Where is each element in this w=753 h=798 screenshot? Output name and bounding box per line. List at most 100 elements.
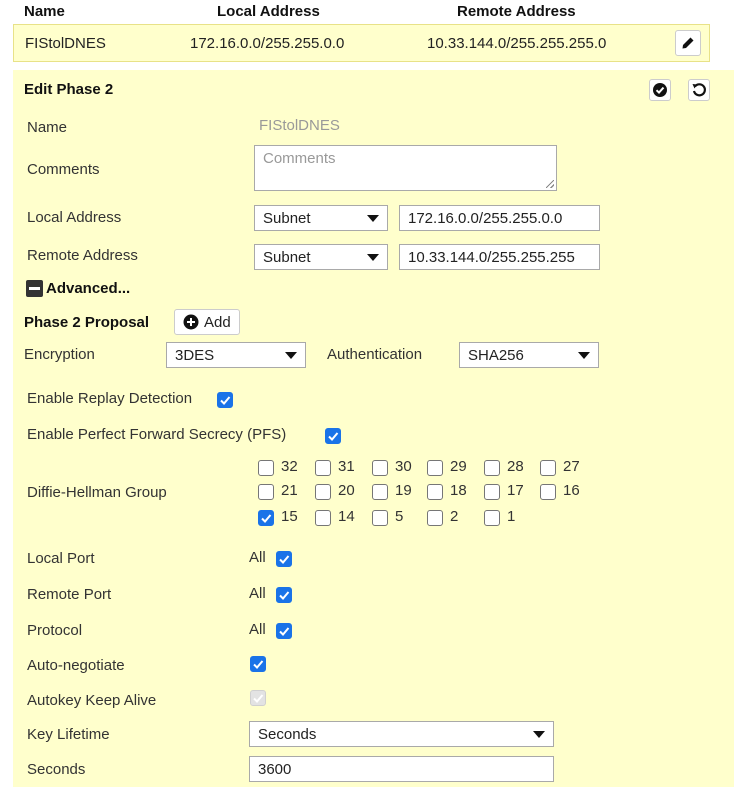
save-button[interactable] bbox=[649, 79, 671, 101]
seconds-label: Seconds bbox=[27, 761, 86, 778]
dh-group-checkbox[interactable] bbox=[372, 510, 388, 526]
encryption-select[interactable]: 3DES bbox=[166, 342, 306, 368]
dh-group-label-value: 5 bbox=[395, 508, 404, 525]
local-address-value: 172.16.0.0/255.255.0.0 bbox=[408, 209, 563, 227]
remote-address-input[interactable]: 10.33.144.0/255.255.255 bbox=[399, 244, 600, 270]
check-icon bbox=[261, 514, 272, 523]
pfs-label: Enable Perfect Forward Secrecy (PFS) bbox=[27, 426, 287, 443]
comments-field[interactable]: Comments bbox=[254, 145, 557, 191]
revert-button[interactable] bbox=[688, 79, 710, 101]
edit-button[interactable] bbox=[675, 30, 701, 56]
local-address-label: Local Address bbox=[27, 209, 122, 226]
check-icon bbox=[253, 694, 264, 703]
dh-group-checkbox[interactable] bbox=[315, 484, 331, 500]
dh-group-label-value: 21 bbox=[281, 482, 298, 499]
dh-group-label: Diffie-Hellman Group bbox=[27, 484, 167, 501]
auto-negotiate-checkbox[interactable] bbox=[250, 656, 266, 672]
add-proposal-button[interactable]: Add bbox=[174, 309, 240, 335]
row-remote-address: 10.33.144.0/255.255.255.0 bbox=[427, 35, 607, 52]
auto-negotiate-label: Auto-negotiate bbox=[27, 657, 125, 674]
dh-group-label-value: 32 bbox=[281, 458, 298, 475]
check-icon bbox=[279, 627, 290, 636]
chevron-down-icon bbox=[367, 254, 379, 261]
check-icon bbox=[279, 555, 290, 564]
key-lifetime-value: Seconds bbox=[258, 725, 317, 743]
dh-group-label-value: 16 bbox=[563, 482, 580, 499]
protocol-all-label: All bbox=[249, 621, 266, 638]
local-address-type-value: Subnet bbox=[263, 209, 311, 227]
name-label: Name bbox=[27, 119, 68, 136]
dh-group-label-value: 15 bbox=[281, 508, 298, 525]
comments-placeholder: Comments bbox=[263, 150, 336, 167]
edit-phase2-panel: Edit Phase 2 Name FIStolDNES Comments Co… bbox=[13, 70, 734, 787]
dh-group-checkbox[interactable] bbox=[540, 484, 556, 500]
autokey-keep-alive-checkbox bbox=[250, 690, 266, 706]
chevron-down-icon bbox=[533, 731, 545, 738]
dh-group-label-value: 20 bbox=[338, 482, 355, 499]
dh-group-checkbox[interactable] bbox=[258, 484, 274, 500]
resize-handle-icon[interactable] bbox=[546, 180, 554, 188]
remote-port-label: Remote Port bbox=[27, 586, 112, 603]
collapse-icon[interactable] bbox=[26, 280, 43, 297]
local-address-input[interactable]: 172.16.0.0/255.255.0.0 bbox=[399, 205, 600, 231]
dh-group-checkbox[interactable] bbox=[427, 510, 443, 526]
dh-group-label-value: 30 bbox=[395, 458, 412, 475]
pfs-checkbox[interactable] bbox=[325, 428, 341, 444]
dh-group-checkbox[interactable] bbox=[484, 484, 500, 500]
dh-group-label-value: 31 bbox=[338, 458, 355, 475]
dh-group-checkbox[interactable] bbox=[540, 460, 556, 476]
dh-group-label-value: 17 bbox=[507, 482, 524, 499]
undo-icon bbox=[692, 83, 706, 97]
dh-group-checkbox[interactable] bbox=[258, 510, 274, 526]
check-icon bbox=[328, 432, 339, 441]
key-lifetime-select[interactable]: Seconds bbox=[249, 721, 554, 747]
remote-port-all-label: All bbox=[249, 585, 266, 602]
plus-circle-icon bbox=[183, 314, 199, 330]
pencil-icon bbox=[682, 37, 694, 49]
encryption-value: 3DES bbox=[175, 346, 215, 364]
dh-group-checkbox[interactable] bbox=[372, 484, 388, 500]
encryption-label: Encryption bbox=[24, 346, 95, 363]
dh-group-label-value: 28 bbox=[507, 458, 524, 475]
chevron-down-icon bbox=[367, 215, 379, 222]
row-name: FIStolDNES bbox=[25, 35, 106, 52]
remote-address-type-select[interactable]: Subnet bbox=[254, 244, 388, 270]
dh-group-checkbox[interactable] bbox=[484, 460, 500, 476]
protocol-all-checkbox[interactable] bbox=[276, 623, 292, 639]
dh-group-checkbox[interactable] bbox=[315, 460, 331, 476]
dh-group-checkbox[interactable] bbox=[427, 484, 443, 500]
remote-address-label: Remote Address bbox=[27, 247, 138, 264]
dh-group-checkbox[interactable] bbox=[484, 510, 500, 526]
dh-group-label-value: 27 bbox=[563, 458, 580, 475]
seconds-input[interactable]: 3600 bbox=[249, 756, 554, 782]
add-label: Add bbox=[204, 313, 231, 331]
row-local-address: 172.16.0.0/255.255.0.0 bbox=[190, 35, 345, 52]
dh-group-label-value: 19 bbox=[395, 482, 412, 499]
key-lifetime-label: Key Lifetime bbox=[27, 726, 110, 743]
dh-group-checkbox[interactable] bbox=[427, 460, 443, 476]
seconds-value: 3600 bbox=[258, 760, 292, 778]
remote-port-all-checkbox[interactable] bbox=[276, 587, 292, 603]
dh-group-label-value: 1 bbox=[507, 508, 516, 525]
protocol-label: Protocol bbox=[27, 622, 83, 639]
advanced-toggle[interactable]: Advanced... bbox=[46, 280, 130, 297]
dh-group-label-value: 2 bbox=[450, 508, 459, 525]
authentication-select[interactable]: SHA256 bbox=[459, 342, 599, 368]
chevron-down-icon bbox=[285, 352, 297, 359]
authentication-value: SHA256 bbox=[468, 346, 524, 364]
dh-group-checkbox[interactable] bbox=[258, 460, 274, 476]
chevron-down-icon bbox=[578, 352, 590, 359]
local-port-all-checkbox[interactable] bbox=[276, 551, 292, 567]
dh-group-checkbox[interactable] bbox=[372, 460, 388, 476]
check-icon bbox=[220, 396, 231, 405]
col-header-name: Name bbox=[24, 3, 65, 20]
table-row[interactable]: FIStolDNES 172.16.0.0/255.255.0.0 10.33.… bbox=[13, 24, 710, 62]
name-value: FIStolDNES bbox=[259, 117, 340, 134]
dh-group-label-value: 29 bbox=[450, 458, 467, 475]
replay-detection-checkbox[interactable] bbox=[217, 392, 233, 408]
dh-group-checkbox[interactable] bbox=[315, 510, 331, 526]
check-icon bbox=[279, 591, 290, 600]
panel-title: Edit Phase 2 bbox=[24, 81, 114, 98]
authentication-label: Authentication bbox=[327, 346, 423, 363]
local-address-type-select[interactable]: Subnet bbox=[254, 205, 388, 231]
